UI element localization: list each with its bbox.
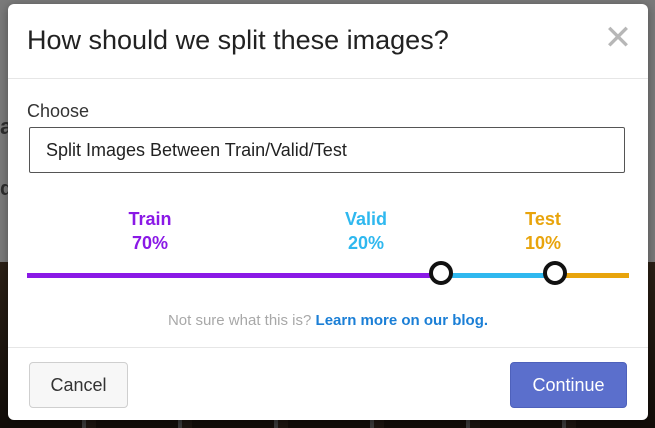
train-segment [27,273,443,278]
valid-test-handle[interactable] [543,261,567,285]
cancel-button[interactable]: Cancel [29,362,128,408]
valid-segment [443,273,557,278]
valid-split-label: Valid 20% [326,207,406,255]
split-slider[interactable] [27,260,629,290]
valid-percent: 20% [347,233,385,253]
help-question: Not sure what this is? [167,312,312,329]
test-percent: 10% [524,233,562,253]
split-dialog: How should we split these images? ✕ Choo… [8,4,648,420]
dialog-footer: Cancel Continue [8,347,648,420]
test-split-label: Test 10% [508,207,578,255]
close-icon: ✕ [603,19,633,57]
continue-button[interactable]: Continue [510,362,627,408]
train-percent: 70% [131,233,169,253]
split-method-select[interactable]: Split Images Between Train/Valid/Test [29,127,625,173]
dialog-header: How should we split these images? ✕ [8,4,648,79]
blog-link[interactable]: Learn more on our blog. [316,312,489,329]
train-name: Train [128,209,172,229]
dialog-title: How should we split these images? [27,25,449,55]
choose-label: Choose [27,101,90,121]
train-split-label: Train 70% [110,207,190,255]
train-valid-handle[interactable] [429,261,453,285]
valid-name: Valid [344,209,388,229]
help-text: Not sure what this is? Learn more on our… [8,312,648,329]
test-segment [557,273,629,278]
close-button[interactable]: ✕ [600,20,636,56]
test-name: Test [525,209,561,229]
